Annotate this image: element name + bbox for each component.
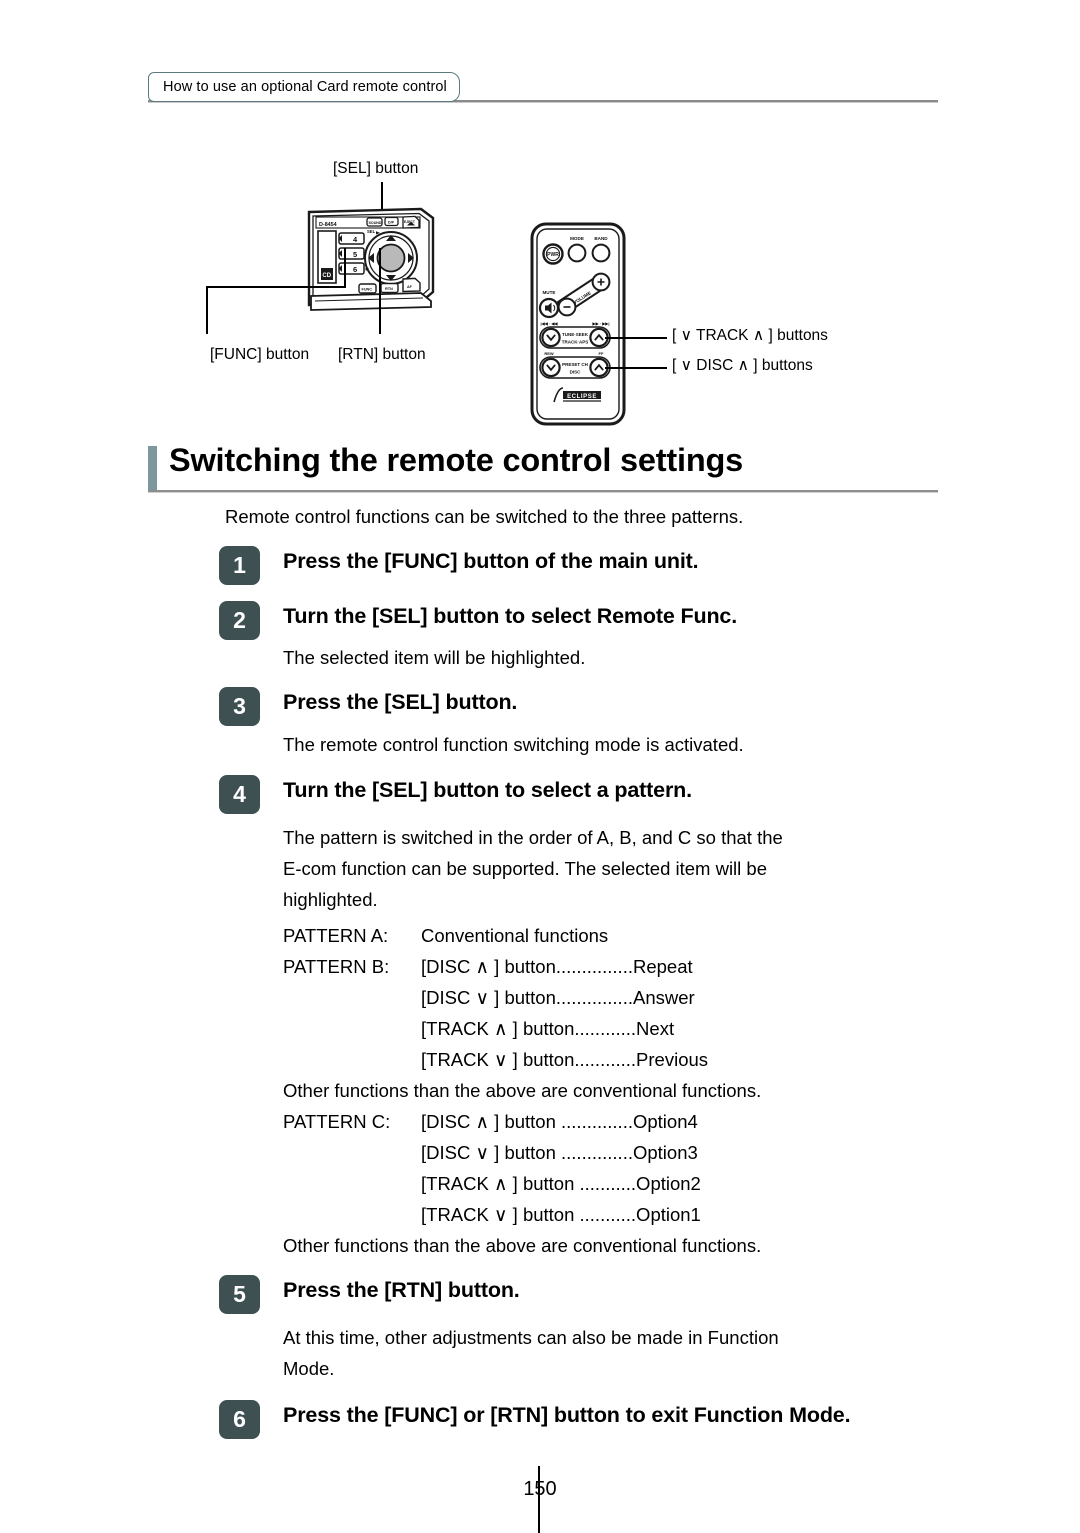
svg-text:REW: REW xyxy=(544,351,554,356)
step-1-badge: 1 xyxy=(219,546,260,585)
step-2-text: Turn the [SEL] button to select Remote F… xyxy=(283,604,738,628)
header-tab-label: How to use an optional Card remote contr… xyxy=(163,79,447,95)
step-5-text: Press the [RTN] button. xyxy=(283,1278,520,1302)
pattern-b-row-2-value: [DISC ∨ ] button...............Answer xyxy=(421,987,695,1008)
remote-svg: PWR MODE BAND VOLUME MUTE |◀◀ · ◀◀ ▶▶ · … xyxy=(530,222,626,426)
title-accent-bar xyxy=(148,446,157,490)
figure-label-track-buttons: [ ∨ TRACK ∧ ] buttons xyxy=(672,327,828,344)
step-4-badge: 4 xyxy=(219,775,260,814)
svg-text:FUNC: FUNC xyxy=(362,288,373,292)
leader-func-vertical xyxy=(206,286,208,334)
note-after-step-4-line-3: highlighted. xyxy=(283,889,378,910)
note-after-step-5-line-2: Mode. xyxy=(283,1358,335,1379)
pattern-c-row-2-value: [DISC ∨ ] button ..............Option3 xyxy=(421,1142,698,1163)
svg-text:SOUND: SOUND xyxy=(369,221,382,225)
pattern-c-row-2: [DISC ∨ ] button ..............Option3 xyxy=(283,1137,761,1168)
svg-text:DISC: DISC xyxy=(570,370,582,375)
svg-text:TUNE·SEEK: TUNE·SEEK xyxy=(562,332,589,337)
step-2-badge: 2 xyxy=(219,601,260,640)
page-number: 150 xyxy=(523,1478,557,1500)
svg-text:MODE: MODE xyxy=(570,236,584,241)
pattern-b-footer: Other functions than the above are conve… xyxy=(283,1080,762,1101)
svg-text:5: 5 xyxy=(353,250,357,259)
svg-text:6: 6 xyxy=(353,265,357,274)
title-rule xyxy=(148,490,938,493)
figure-remote-and-head-unit: [SEL] button D-8454 CD 4 5 6 SOUND D/P E… xyxy=(0,120,1080,440)
pattern-c-row-4: [TRACK ∨ ] button ...........Option1 xyxy=(283,1199,761,1230)
leader-track xyxy=(605,337,667,339)
step-1-text: Press the [FUNC] button of the main unit… xyxy=(283,549,699,573)
svg-text:RTN: RTN xyxy=(385,287,393,291)
pattern-c-row-1: PATTERN C: [DISC ∧ ] button ............… xyxy=(283,1106,761,1137)
section-title-block: Switching the remote control settings xyxy=(148,442,938,500)
note-after-step-5: At this time, other adjustments can also… xyxy=(283,1322,938,1384)
svg-text:ECLIPSE: ECLIPSE xyxy=(567,394,597,400)
pattern-a-row: PATTERN A: Conventional functions xyxy=(283,920,761,951)
pattern-c-row-4-value: [TRACK ∨ ] button ...........Option1 xyxy=(421,1204,701,1225)
svg-text:PRESET CH: PRESET CH xyxy=(562,362,588,367)
pattern-b-row-2: [DISC ∨ ] button...............Answer xyxy=(283,982,761,1013)
leader-rtn xyxy=(379,248,381,334)
svg-text:TRACK·APS: TRACK·APS xyxy=(562,340,589,345)
pattern-a-name: PATTERN A: xyxy=(283,925,389,946)
figure-label-rtn-button: [RTN] button xyxy=(338,346,426,363)
pattern-b-row-4-value: [TRACK ∨ ] button............Previous xyxy=(421,1049,709,1070)
running-header: How to use an optional Card remote contr… xyxy=(148,72,938,106)
pattern-c-row-3: [TRACK ∧ ] button ...........Option2 xyxy=(283,1168,761,1199)
card-remote-illustration: PWR MODE BAND VOLUME MUTE |◀◀ · ◀◀ ▶▶ · … xyxy=(528,220,628,430)
figure-label-func-button: [FUNC] button xyxy=(210,346,310,363)
pattern-b-name: PATTERN B: xyxy=(283,956,390,977)
pattern-c-footer: Other functions than the above are conve… xyxy=(283,1235,762,1256)
note-after-step-4-line-2: E-com function can be supported. The sel… xyxy=(283,858,767,879)
pattern-b-row-1-value: [DISC ∧ ] button...............Repeat xyxy=(421,956,693,977)
pattern-a-value: Conventional functions xyxy=(421,925,609,946)
leader-disc xyxy=(605,367,667,369)
figure-label-sel-button: [SEL] button xyxy=(333,160,419,177)
step-6-badge: 6 xyxy=(219,1400,260,1439)
svg-text:SEL: SEL xyxy=(367,229,376,234)
step-6-text: Press the [FUNC] or [RTN] button to exit… xyxy=(283,1403,851,1427)
head-unit-illustration: D-8454 CD 4 5 6 SOUND D/P EJECT SEL FUNC… xyxy=(303,206,436,316)
intro-text: Remote control functions can be switched… xyxy=(225,506,744,527)
svg-text:AF: AF xyxy=(407,285,413,289)
note-after-step-4-line-1: The pattern is switched in the order of … xyxy=(283,827,783,848)
svg-text:D-8454: D-8454 xyxy=(319,222,337,228)
leader-func-up xyxy=(344,248,346,288)
pattern-list: PATTERN A: Conventional functions PATTER… xyxy=(283,920,761,1261)
svg-text:CD: CD xyxy=(322,273,331,279)
pattern-b-row-3: [TRACK ∧ ] button............Next xyxy=(283,1013,761,1044)
step-5-badge: 5 xyxy=(219,1275,260,1314)
note-after-step-4: The pattern is switched in the order of … xyxy=(283,822,938,915)
step-4-text: Turn the [SEL] button to select a patter… xyxy=(283,778,692,802)
page-title: Switching the remote control settings xyxy=(169,442,744,478)
figure-label-disc-buttons: [ ∨ DISC ∧ ] buttons xyxy=(672,357,813,374)
pattern-b-row-3-value: [TRACK ∧ ] button............Next xyxy=(421,1018,675,1039)
header-tab: How to use an optional Card remote contr… xyxy=(148,72,460,102)
svg-text:FF: FF xyxy=(599,351,604,356)
leader-func-horizontal xyxy=(206,286,346,288)
note-after-step-3: The remote control function switching mo… xyxy=(283,734,744,755)
svg-text:BAND: BAND xyxy=(594,236,608,241)
pattern-c-row-3-value: [TRACK ∧ ] button ...........Option2 xyxy=(421,1173,701,1194)
pattern-c-name: PATTERN C: xyxy=(283,1111,391,1132)
svg-text:▶▶ · ▶▶|: ▶▶ · ▶▶| xyxy=(592,321,610,326)
step-3-badge: 3 xyxy=(219,687,260,726)
pattern-b-row-1: PATTERN B: [DISC ∧ ] button.............… xyxy=(283,951,761,982)
pattern-b-row-4: [TRACK ∨ ] button............Previous xyxy=(283,1044,761,1075)
note-after-step-5-line-1: At this time, other adjustments can also… xyxy=(283,1327,779,1348)
pattern-c-row-1-value: [DISC ∧ ] button ..............Option4 xyxy=(421,1111,698,1132)
step-3-text: Press the [SEL] button. xyxy=(283,690,518,714)
svg-text:PWR: PWR xyxy=(547,252,559,258)
svg-text:MUTE: MUTE xyxy=(542,290,555,295)
svg-text:|◀◀ · ◀◀: |◀◀ · ◀◀ xyxy=(541,321,559,326)
svg-text:D/P: D/P xyxy=(388,221,395,225)
head-unit-svg: D-8454 CD 4 5 6 SOUND D/P EJECT SEL FUNC… xyxy=(307,207,435,311)
note-after-step-2: The selected item will be highlighted. xyxy=(283,647,586,668)
